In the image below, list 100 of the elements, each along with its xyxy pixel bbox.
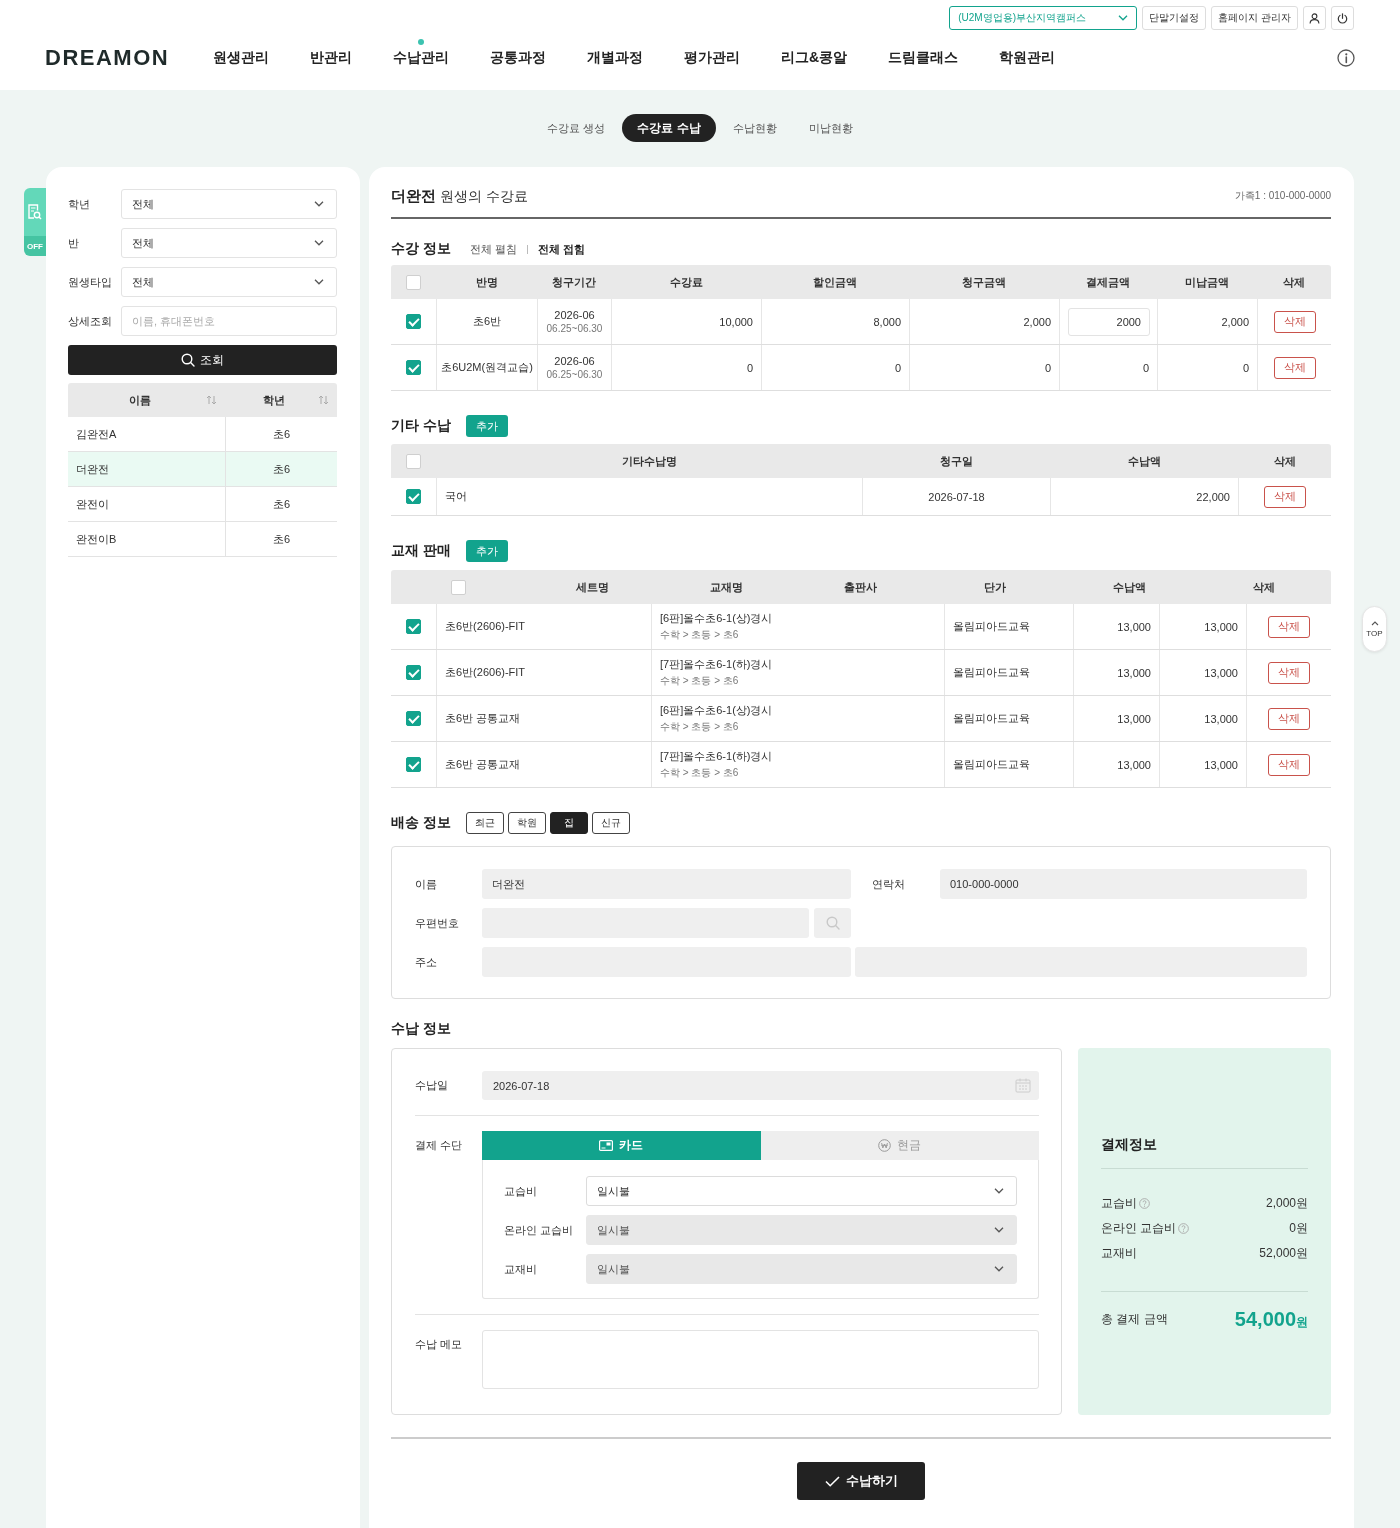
- search-icon: [181, 353, 195, 367]
- view-link[interactable]: 전체 펼침: [469, 241, 517, 257]
- document-search-icon: [28, 204, 42, 220]
- table-cell: 초6U2M(원격교습): [436, 345, 537, 390]
- filter-select[interactable]: 전체: [121, 267, 337, 297]
- table-cell: 0: [761, 345, 909, 390]
- column-header: 할인금액: [812, 274, 858, 290]
- checkbox[interactable]: [406, 711, 421, 726]
- checkbox[interactable]: [406, 489, 421, 504]
- search-button[interactable]: 조회: [68, 345, 337, 375]
- view-link[interactable]: 전체 접힘: [537, 241, 585, 257]
- checkbox[interactable]: [406, 453, 421, 469]
- field-label: 온라인 교습비: [504, 1222, 575, 1238]
- memo-field[interactable]: [482, 1330, 1039, 1389]
- delete-button[interactable]: 삭제: [1268, 661, 1310, 684]
- billing-month: 2026-06: [554, 355, 595, 367]
- address-option[interactable]: 집: [549, 812, 588, 834]
- book-title: [7판]올수초6-1(하)경시: [660, 657, 773, 672]
- sub-tab[interactable]: 수강료 생성: [532, 114, 621, 142]
- table-row[interactable]: 완전이 초6: [68, 487, 337, 522]
- delete-button[interactable]: 삭제: [1268, 707, 1310, 730]
- checkbox[interactable]: [406, 757, 421, 772]
- column-header: 청구금액: [961, 274, 1007, 290]
- check-icon: [824, 1475, 840, 1487]
- sub-tab[interactable]: 미납현황: [793, 114, 868, 142]
- nav-item[interactable]: 평가관리: [684, 38, 740, 78]
- column-header: 청구일: [938, 453, 974, 469]
- amount-field[interactable]: 2000: [1068, 307, 1150, 336]
- power-button[interactable]: [1331, 6, 1354, 30]
- sub-tab[interactable]: 수강료 수납: [622, 114, 716, 142]
- table-row[interactable]: 완전이B 초6: [68, 522, 337, 557]
- nav-item[interactable]: 학원관리: [999, 38, 1056, 78]
- chevron-icon: [314, 201, 324, 207]
- address-option[interactable]: 학원: [507, 812, 546, 834]
- submit-button[interactable]: 수납하기: [797, 1462, 925, 1500]
- table-cell: 초6: [225, 522, 337, 556]
- field-label: 우편번호: [415, 915, 460, 931]
- delete-button[interactable]: 삭제: [1264, 485, 1306, 508]
- table-cell: 0: [909, 345, 1059, 390]
- nav-item[interactable]: 공통과정: [490, 38, 546, 78]
- search-field[interactable]: 이름, 휴대폰번호: [121, 306, 337, 336]
- info-icon[interactable]: [1337, 49, 1355, 67]
- date-field[interactable]: 2026-07-18: [482, 1071, 1039, 1100]
- table-cell: 올림피아드교육: [944, 696, 1073, 741]
- book-category: 수학 > 초등 > 초6: [660, 628, 739, 642]
- installment-select[interactable]: 일시불: [586, 1176, 1017, 1206]
- checkbox[interactable]: [406, 665, 421, 680]
- nav-item[interactable]: 수납관리: [393, 38, 449, 78]
- header-button[interactable]: 홈페이지 관리자: [1211, 6, 1298, 30]
- section-title: 기타 수납: [391, 417, 451, 435]
- nav-item[interactable]: 리그&콩알: [781, 38, 848, 78]
- nav-item[interactable]: 드림클래스: [888, 38, 959, 78]
- delete-button[interactable]: 삭제: [1273, 356, 1316, 379]
- checkbox[interactable]: [406, 314, 421, 329]
- address-option[interactable]: 최근: [465, 812, 504, 834]
- field-label: 주소: [415, 954, 438, 970]
- delete-button[interactable]: 삭제: [1273, 310, 1316, 333]
- column-header: 수강료: [668, 274, 704, 290]
- field-label: 반: [68, 235, 80, 251]
- nav-item[interactable]: 반관리: [310, 38, 352, 78]
- user-button[interactable]: [1303, 6, 1326, 30]
- book-category: 수학 > 초등 > 초6: [660, 674, 739, 688]
- checkbox[interactable]: [406, 274, 421, 290]
- delete-button[interactable]: 삭제: [1268, 615, 1310, 638]
- summary-label: 교습비: [1101, 1195, 1137, 1212]
- header-button[interactable]: 단말기설정: [1142, 6, 1207, 30]
- table-cell: 2026-07-18: [862, 478, 1050, 515]
- chevron-icon: [994, 1266, 1004, 1272]
- scroll-top-button[interactable]: TOP: [1362, 606, 1387, 652]
- table-cell: 13,000: [1073, 696, 1159, 741]
- filter-select[interactable]: 전체: [121, 228, 337, 258]
- nav-item[interactable]: 원생관리: [213, 38, 269, 78]
- table-cell: 0: [1059, 345, 1157, 390]
- power-icon: [1337, 12, 1348, 24]
- column-header: 교재명: [709, 579, 745, 595]
- field-label: 수납 메모: [415, 1337, 464, 1352]
- nav-item[interactable]: 개별과정: [587, 38, 643, 78]
- filter-select[interactable]: 전체: [121, 189, 337, 219]
- sub-tab[interactable]: 수납현황: [717, 114, 792, 142]
- column-header[interactable]: 학년: [225, 383, 337, 417]
- table-cell: 13,000: [1159, 696, 1246, 741]
- column-header: 결제금액: [1085, 274, 1131, 290]
- book-category: 수학 > 초등 > 초6: [660, 720, 739, 734]
- checkbox[interactable]: [406, 360, 421, 375]
- phone-field[interactable]: 010-000-0000: [940, 869, 1307, 899]
- field-label: 교재비: [504, 1261, 538, 1277]
- name-field[interactable]: 더완전: [482, 869, 851, 899]
- table-row[interactable]: 더완전 초6: [68, 452, 337, 487]
- sort-icon: [206, 395, 217, 405]
- section-title: 수강 정보: [391, 240, 451, 258]
- checkbox[interactable]: [450, 579, 466, 595]
- table-cell: 13,000: [1073, 604, 1159, 649]
- address-option[interactable]: 신규: [591, 812, 630, 834]
- checkbox[interactable]: [406, 619, 421, 634]
- field-label: 원생타입: [68, 274, 113, 290]
- table-cell: 13,000: [1073, 650, 1159, 695]
- table-cell: 13,000: [1159, 742, 1246, 787]
- billing-month: 2026-06: [554, 309, 595, 321]
- delete-button[interactable]: 삭제: [1268, 753, 1310, 776]
- column-header[interactable]: 이름: [68, 383, 225, 417]
